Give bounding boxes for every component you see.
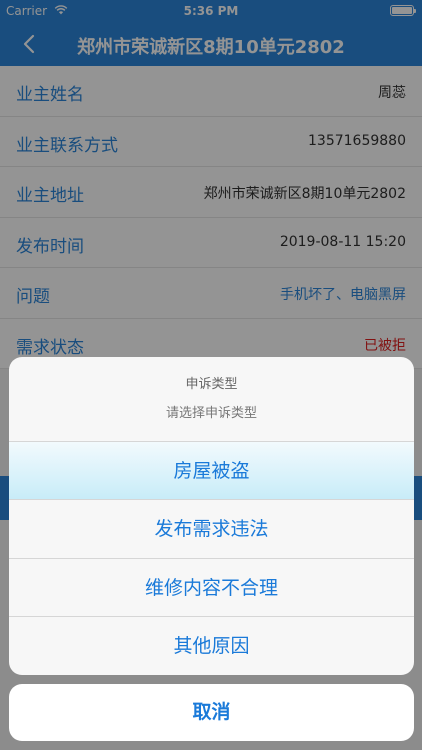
action-sheet-title: 申诉类型 bbox=[185, 377, 238, 392]
option-unreasonable-repair[interactable]: 维修内容不合理 bbox=[9, 559, 414, 617]
action-sheet: 申诉类型 请选择申诉类型 房屋被盗 发布需求违法 维修内容不合理 其他原因 bbox=[9, 357, 414, 675]
option-house-burglary[interactable]: 房屋被盗 bbox=[9, 442, 414, 501]
option-other-reason[interactable]: 其他原因 bbox=[9, 617, 414, 675]
option-illegal-request[interactable]: 发布需求违法 bbox=[9, 500, 414, 559]
action-sheet-header: 申诉类型 请选择申诉类型 bbox=[9, 357, 414, 442]
action-sheet-message: 请选择申诉类型 bbox=[165, 406, 257, 421]
cancel-button[interactable]: 取消 bbox=[9, 684, 414, 741]
